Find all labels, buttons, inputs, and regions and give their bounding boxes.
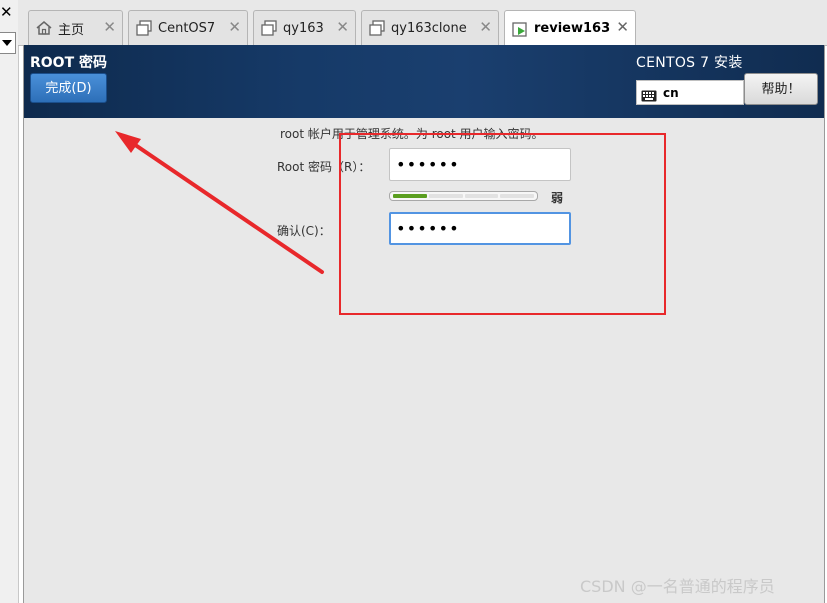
vm-console[interactable]: ROOT 密码 完成(D) CENTOS 7 安装 cn 帮助！ root 帐户… — [23, 45, 825, 603]
done-button[interactable]: 完成(D) — [30, 73, 107, 103]
tab-label: CentOS7 — [158, 20, 216, 36]
left-panel: ✕ — [0, 0, 19, 603]
tab-centos7[interactable]: CentOS7 ✕ — [128, 10, 248, 45]
vm-icon — [260, 19, 278, 37]
tab-label: qy163 — [283, 20, 324, 36]
tab-qy163clone[interactable]: qy163clone ✕ — [361, 10, 499, 45]
vm-icon — [368, 19, 386, 37]
close-icon[interactable]: ✕ — [479, 19, 492, 35]
watermark: CSDN @一名普通的程序员 — [580, 577, 775, 596]
home-icon — [35, 19, 53, 37]
tab-label: qy163clone — [391, 20, 467, 36]
annotation-highlight-box — [339, 133, 666, 315]
tab-label: review163 — [534, 21, 611, 36]
tab-bar: 主页 ✕ CentOS7 ✕ qy163 ✕ qy163clone ✕ revi… — [18, 0, 827, 46]
confirm-password-label: 确认(C)： — [277, 224, 331, 238]
dropdown-button[interactable] — [0, 32, 16, 54]
keyboard-layout-label: cn — [663, 85, 679, 100]
chevron-down-icon — [2, 40, 12, 46]
help-button[interactable]: 帮助！ — [744, 73, 818, 105]
page-title: ROOT 密码 — [30, 55, 108, 71]
close-icon[interactable]: ✕ — [0, 4, 13, 20]
vm-icon — [135, 19, 153, 37]
keyboard-icon — [641, 87, 657, 101]
close-icon[interactable]: ✕ — [616, 19, 629, 35]
keyboard-layout-indicator[interactable]: cn — [636, 80, 744, 105]
tab-qy163[interactable]: qy163 ✕ — [253, 10, 356, 45]
close-icon[interactable]: ✕ — [228, 19, 241, 35]
install-title: CENTOS 7 安装 — [636, 55, 743, 71]
tab-review163[interactable]: review163 ✕ — [504, 10, 636, 46]
vm-running-icon — [511, 20, 529, 38]
close-icon[interactable]: ✕ — [103, 19, 116, 35]
installer-header: ROOT 密码 完成(D) CENTOS 7 安装 cn 帮助！ — [24, 45, 824, 118]
tab-home[interactable]: 主页 ✕ — [28, 10, 123, 45]
close-icon[interactable]: ✕ — [336, 19, 349, 35]
tab-label: 主页 — [58, 22, 85, 38]
